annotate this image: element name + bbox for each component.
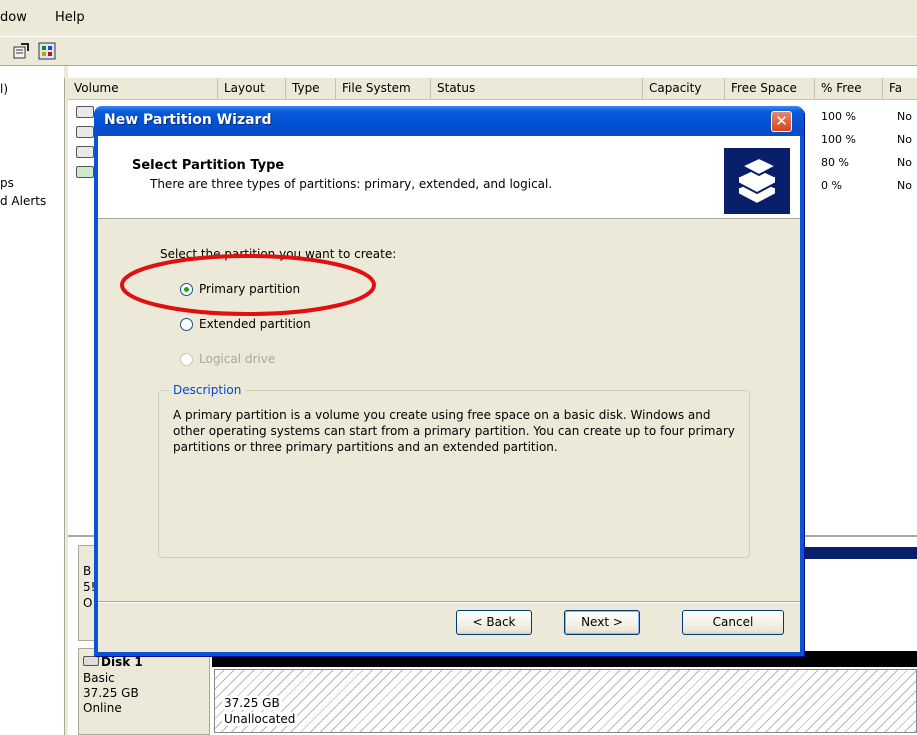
disk1-unallocated-region[interactable] — [214, 669, 917, 733]
toolbar — [0, 36, 917, 66]
cell-pct-free: 0 % — [821, 179, 842, 192]
disk-icon — [76, 146, 94, 158]
disk0-line1: B — [83, 564, 92, 578]
cell-fault: No — [897, 179, 912, 192]
column-volume[interactable]: Volume — [68, 78, 218, 99]
menu-window[interactable]: dow — [0, 10, 27, 25]
volume-list-header: Volume Layout Type File System Status Ca… — [68, 78, 917, 100]
column-pct-free[interactable]: % Free — [815, 78, 883, 99]
region-size: 37.25 GB — [222, 696, 282, 710]
back-button[interactable]: < Back — [456, 610, 532, 635]
radio-logical-label: Logical drive — [199, 352, 276, 366]
radio-icon[interactable] — [180, 318, 193, 331]
disk-icon — [83, 656, 99, 666]
wizard-disks-icon — [724, 148, 790, 214]
disk1-label[interactable]: Disk 1 Basic 37.25 GB Online — [78, 648, 210, 735]
cell-pct-free: 80 % — [821, 156, 849, 169]
description-group: Description A primary partition is a vol… — [158, 383, 750, 558]
disk1-size: 37.25 GB — [83, 686, 139, 700]
column-type[interactable]: Type — [286, 78, 336, 99]
disk1-name: Disk 1 — [101, 655, 143, 669]
column-file-system[interactable]: File System — [336, 78, 431, 99]
tree-item[interactable]: l) — [0, 82, 8, 96]
radio-icon — [180, 353, 193, 366]
new-partition-wizard-dialog: New Partition Wizard ✕ Select Partition … — [94, 106, 804, 656]
column-layout[interactable]: Layout — [218, 78, 286, 99]
tree-item[interactable]: d Alerts — [0, 194, 46, 208]
wizard-header: Select Partition Type There are three ty… — [98, 136, 800, 219]
help-icon[interactable] — [38, 42, 56, 60]
column-status[interactable]: Status — [431, 78, 643, 99]
dialog-title: New Partition Wizard — [104, 112, 272, 128]
menu-help[interactable]: Help — [55, 10, 85, 25]
dialog-titlebar[interactable]: New Partition Wizard ✕ — [94, 106, 804, 136]
radio-extended-label[interactable]: Extended partition — [199, 317, 311, 331]
disk1-status: Online — [83, 701, 122, 715]
disk-icon — [76, 106, 94, 118]
close-button[interactable]: ✕ — [771, 111, 792, 132]
wizard-page-title: Select Partition Type — [132, 158, 285, 173]
wizard-page-subtitle: There are three types of partitions: pri… — [150, 177, 553, 191]
cancel-button[interactable]: Cancel — [682, 610, 784, 635]
properties-icon[interactable] — [12, 42, 30, 60]
column-capacity[interactable]: Capacity — [643, 78, 725, 99]
description-legend: Description — [169, 383, 246, 397]
menu-bar: dow Help — [0, 0, 917, 36]
description-text: A primary partition is a volume you crea… — [173, 408, 735, 454]
column-fault-tolerance[interactable]: Fa — [883, 78, 917, 99]
cell-pct-free: 100 % — [821, 133, 856, 146]
next-button[interactable]: Next > — [564, 610, 640, 635]
cell-fault: No — [897, 110, 912, 123]
disk-icon — [76, 166, 94, 178]
console-tree: l) ps d Alerts — [0, 78, 65, 735]
disk0-line3: O — [83, 596, 93, 610]
cell-fault: No — [897, 156, 912, 169]
annotation-ellipse — [120, 254, 376, 316]
column-free-space[interactable]: Free Space — [725, 78, 815, 99]
dialog-body: Select Partition Type There are three ty… — [98, 136, 800, 652]
tree-item[interactable]: ps — [0, 176, 14, 190]
cell-fault: No — [897, 133, 912, 146]
disk1-type: Basic — [83, 671, 115, 685]
region-status: Unallocated — [222, 712, 298, 726]
button-separator — [98, 601, 800, 603]
cell-pct-free: 100 % — [821, 110, 856, 123]
disk-icon — [76, 126, 94, 138]
